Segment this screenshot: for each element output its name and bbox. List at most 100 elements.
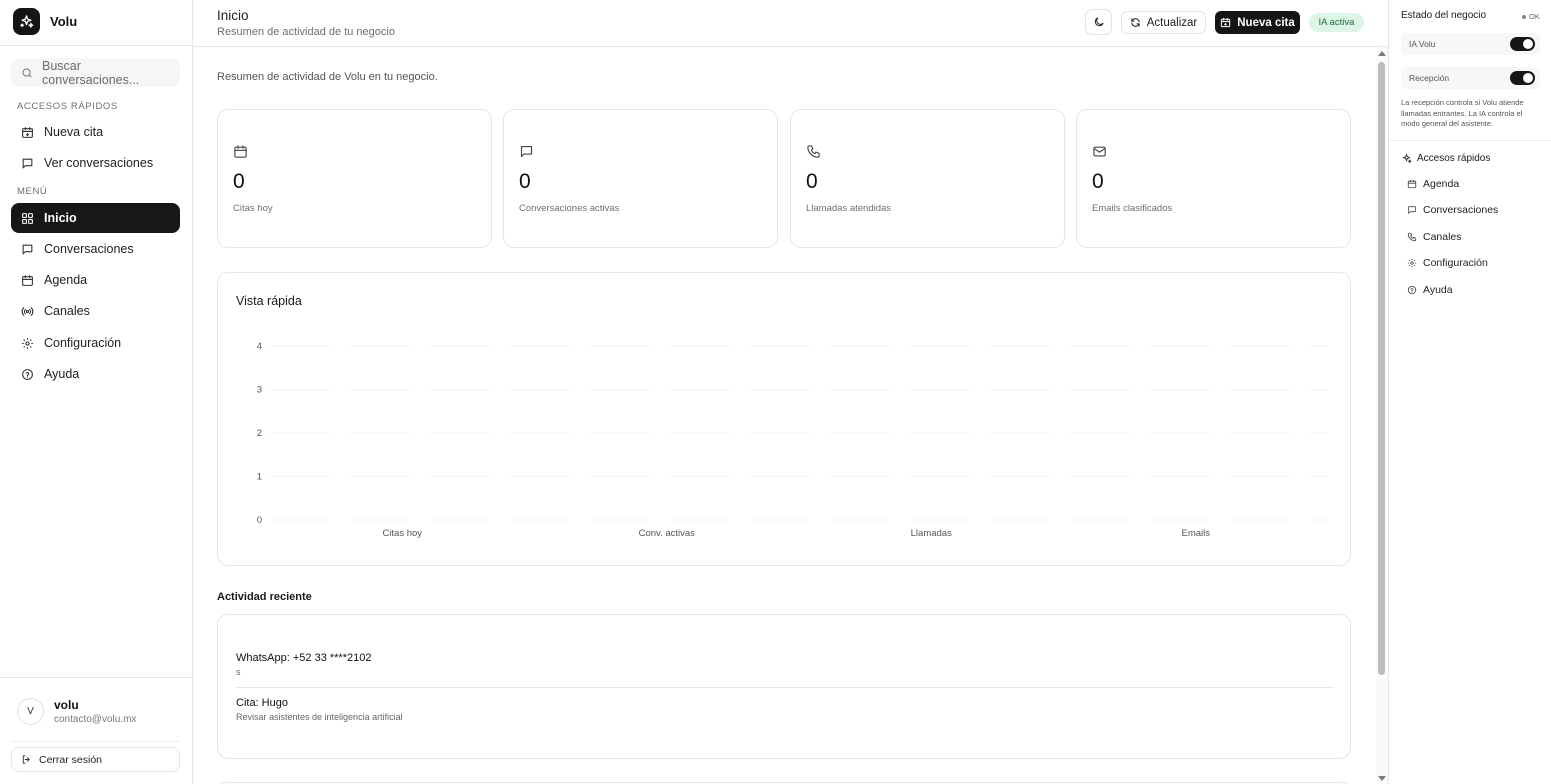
activity-detail: Revisar asistentes de inteligencia artif… [236,712,403,722]
brand[interactable]: Volu [13,8,77,35]
stat-card-emails: 0 Emails clasificados [1076,109,1351,248]
quick-link-agenda[interactable]: Agenda [1407,178,1459,190]
divider [0,677,193,678]
refresh-button[interactable]: Actualizar [1121,11,1206,34]
mail-icon [1092,144,1107,159]
sidebar-item-configuracion[interactable]: Configuración [11,328,180,358]
page-title: Inicio [217,8,249,23]
ia-toggle[interactable] [1510,37,1535,51]
chart-x-tick-label: Emails [1181,528,1210,539]
recent-activity-title: Actividad reciente [217,591,312,603]
sidebar-item-conversaciones[interactable]: Conversaciones [11,234,180,264]
activity-detail: s [236,667,241,677]
list-item[interactable]: Cita: Hugo Revisar asistentes de intelig… [236,697,403,722]
quick-access-label: ACCESOS RÁPIDOS [17,101,118,112]
toggle-label: IA Volu [1409,39,1436,49]
new-appointment-button[interactable]: Nueva cita [1215,11,1300,34]
message-icon [1407,205,1417,215]
sidebar-item-ayuda[interactable]: Ayuda [11,359,180,389]
quick-link-label: Ayuda [1423,284,1453,296]
quick-link-configuracion[interactable]: Configuración [1407,257,1488,269]
quick-item-label: Ver conversaciones [44,156,154,170]
divider [1389,140,1551,141]
main-scrollbar[interactable] [1376,47,1388,784]
grid-icon [20,211,34,225]
business-status-panel: Estado del negocio OK IA Volu Recepción … [1388,0,1551,784]
theme-toggle-button[interactable] [1085,9,1112,35]
search-input[interactable]: Buscar conversaciones... [11,58,180,87]
quick-link-canales[interactable]: Canales [1407,231,1462,243]
help-icon [20,367,34,381]
sidebar-item-label: Inicio [44,211,77,225]
quick-link-label: Configuración [1423,257,1488,269]
page-subtitle: Resumen de actividad de tu negocio [217,26,395,38]
sidebar-item-canales[interactable]: Canales [11,296,180,326]
quick-access-heading: Accesos rápidos [1401,153,1490,164]
broadcast-icon [20,304,34,318]
panel-note: La recepción controla si Volu atiende ll… [1401,98,1524,128]
help-icon [1407,285,1417,295]
brand-name: Volu [50,14,78,29]
sidebar-item-label: Agenda [44,273,88,287]
sidebar-item-inicio[interactable]: Inicio [11,203,180,233]
quick-link-label: Conversaciones [1423,204,1499,216]
user-email: contacto@volu.mx [54,714,137,725]
stat-label: Emails clasificados [1092,203,1173,214]
calendar-icon [20,273,34,287]
quick-view-chart: 0 1 2 3 4 Citas hoy Conv. activas Llamadas Email… [257,341,1328,539]
scroll-up-arrow-icon[interactable] [1378,51,1386,56]
quick-view-chart-card: Vista rápida 0 1 2 3 4 Citas hoy Conv. activas… [217,272,1351,566]
sidebar-item-label: Canales [44,304,90,318]
new-appointment-label: Nueva cita [1237,16,1295,29]
main-description: Resumen de actividad de Volu en tu negoc… [217,71,438,83]
chart-x-tick-label: Conv. activas [639,528,696,539]
scroll-thumb[interactable] [1378,62,1385,675]
quick-item-view-conversations[interactable]: Ver conversaciones [11,148,180,178]
activity-title: Cita: Hugo [236,697,288,709]
quick-link-ayuda[interactable]: Ayuda [1407,284,1453,296]
stat-card-calls: 0 Llamadas atendidas [790,109,1065,248]
quick-link-label: Canales [1423,231,1462,243]
search-icon [21,67,33,79]
chart-y-tick-label: 4 [257,341,262,352]
user-profile[interactable]: V volu contacto@volu.mx [17,698,136,725]
recent-activity-card: WhatsApp: +52 33 ****2102 s Cita: Hugo R… [217,614,1351,759]
stat-label: Citas hoy [233,203,273,214]
sidebar-item-agenda[interactable]: Agenda [11,265,180,295]
quick-item-new-appointment[interactable]: Nueva cita [11,117,180,147]
stat-value: 0 [1092,170,1104,193]
scroll-down-arrow-icon[interactable] [1378,776,1386,781]
list-item[interactable]: WhatsApp: +52 33 ****2102 s [236,652,371,677]
calendar-icon [1407,179,1417,189]
logout-icon [21,754,32,765]
logout-button[interactable]: Cerrar sesión [11,747,180,772]
chart-y-tick-label: 3 [257,385,262,396]
stat-value: 0 [233,170,245,193]
top-header: Inicio Resumen de actividad de tu negoci… [193,0,1388,47]
stat-label: Llamadas atendidas [806,203,892,214]
refresh-label: Actualizar [1146,16,1198,29]
quick-access-title: Accesos rápidos [1417,153,1491,164]
stat-card-conversations: 0 Conversaciones activas [503,109,778,248]
calendar-plus-icon [1220,17,1231,28]
menu-label: MENÚ [17,186,48,197]
sparkles-logo-icon [13,8,40,35]
toggle-row-ia: IA Volu [1401,33,1540,55]
quick-link-conversaciones[interactable]: Conversaciones [1407,204,1498,216]
chart-y-tick-label: 0 [257,515,262,526]
sidebar-item-label: Conversaciones [44,242,134,256]
sparkles-icon [1401,153,1412,164]
sidebar: Volu Buscar conversaciones... ACCESOS RÁ… [0,0,193,784]
phone-icon [806,144,821,159]
divider [236,687,1334,688]
sidebar-item-label: Ayuda [44,367,80,381]
panel-title: Estado del negocio [1401,10,1487,21]
divider [11,741,180,742]
refresh-icon [1130,17,1141,28]
quick-link-label: Agenda [1423,178,1460,190]
avatar: V [17,698,44,725]
reception-toggle[interactable] [1510,71,1535,85]
divider [0,45,193,46]
activity-title: WhatsApp: +52 33 ****2102 [236,652,372,664]
user-name: volu [54,698,79,712]
